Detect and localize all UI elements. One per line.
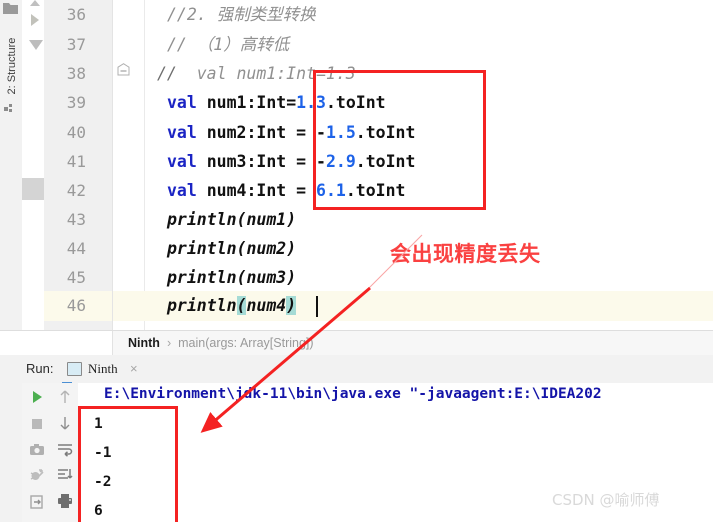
code-token: .toInt bbox=[325, 93, 386, 112]
line-number: 45 bbox=[66, 268, 86, 287]
line-number: 46 bbox=[66, 296, 86, 315]
line-number: 37 bbox=[66, 35, 86, 54]
breadcrumb-separator: › bbox=[166, 336, 172, 350]
code-line: val num3:Int = -2.9.toInt bbox=[167, 147, 415, 177]
console-command-line: E:\Environment\jdk-11\bin\java.exe "-jav… bbox=[104, 386, 602, 402]
code-token: .toInt bbox=[355, 152, 416, 171]
code-token: println(num1) bbox=[167, 210, 297, 229]
code-token: println(num2) bbox=[167, 239, 297, 258]
code-token: num4 bbox=[246, 296, 287, 315]
stop-icon[interactable] bbox=[29, 416, 45, 432]
code-line: println(num2) bbox=[167, 234, 296, 264]
line-number: 38 bbox=[66, 64, 86, 83]
code-token-number: 1.3 bbox=[296, 93, 326, 112]
code-token: num4:Int = bbox=[206, 181, 317, 200]
debug-icon[interactable] bbox=[29, 468, 45, 484]
code-token: num2:Int = - bbox=[206, 123, 326, 142]
run-toolbar-primary bbox=[22, 383, 53, 522]
code-token-number: 6.1 bbox=[316, 181, 346, 200]
tab-run-ninth[interactable]: Ninth × bbox=[62, 355, 138, 384]
line-number: 43 bbox=[66, 210, 86, 229]
grid-icon[interactable] bbox=[4, 103, 16, 115]
watermark: CSDN @喻师傅 bbox=[552, 491, 660, 509]
code-line: println(num1) bbox=[167, 205, 296, 235]
code-token: val num1:Int=1.3 bbox=[176, 64, 356, 83]
code-token: // （1）高转低 bbox=[167, 35, 290, 54]
arrow-down-icon[interactable] bbox=[57, 415, 73, 431]
line-number: 40 bbox=[66, 123, 86, 142]
console-output-line: -1 bbox=[94, 445, 112, 461]
breadcrumb-gutter-spacer bbox=[0, 331, 113, 355]
idea-window: 2: Structure 36 37 38 39 40 41 42 43 44 … bbox=[0, 0, 713, 522]
text-caret bbox=[316, 296, 318, 317]
line-number: 41 bbox=[66, 152, 86, 171]
scroll-end-icon[interactable] bbox=[57, 467, 73, 483]
run-label: Run: bbox=[26, 361, 54, 376]
editor-icon-gutter bbox=[112, 0, 145, 330]
breadcrumb-method[interactable]: main(args: Array[String]) bbox=[178, 336, 313, 350]
code-line: val num2:Int = -1.5.toInt bbox=[167, 118, 415, 148]
breadcrumb[interactable]: Ninth › main(args: Array[String]) bbox=[128, 331, 314, 355]
folder-icon[interactable] bbox=[3, 2, 18, 15]
run-tool-window-header: Run: Ninth × bbox=[0, 355, 713, 384]
export-icon[interactable] bbox=[29, 494, 45, 510]
code-token-number: 1.5 bbox=[325, 123, 356, 142]
sidebar-item-structure[interactable]: 2: Structure bbox=[1, 27, 23, 105]
line-number: 44 bbox=[66, 239, 86, 258]
console-output-line: -2 bbox=[94, 474, 112, 490]
annotation-note-text: 会出现精度丢失 bbox=[390, 242, 541, 266]
run-icon[interactable] bbox=[29, 389, 45, 405]
code-token: .toInt bbox=[355, 123, 416, 142]
code-token: println bbox=[167, 296, 237, 315]
code-token-number: 2.9 bbox=[325, 152, 356, 171]
run-tab-label: Ninth bbox=[88, 361, 118, 376]
line-number: 36 bbox=[66, 5, 86, 24]
code-editor[interactable]: //2. 强制类型转换 // （1）高转低 // val num1:Int=1.… bbox=[113, 0, 713, 330]
code-token: .toInt bbox=[345, 181, 406, 200]
console-window-icon bbox=[67, 362, 82, 376]
fold-region-icon[interactable] bbox=[117, 63, 130, 76]
chevron-up-icon[interactable] bbox=[30, 0, 40, 6]
console-output-line: 6 bbox=[94, 503, 103, 519]
left-tool-strip: 2: Structure bbox=[0, 0, 23, 355]
structure-tab-label: 2: Structure bbox=[6, 37, 18, 95]
gutter-selection-block bbox=[22, 178, 44, 200]
run-left-edge-strip bbox=[0, 383, 23, 522]
code-token-keyword: val bbox=[167, 93, 207, 112]
comment-marker: // bbox=[157, 64, 177, 83]
editor-fold-strip bbox=[22, 0, 44, 330]
breadcrumb-class[interactable]: Ninth bbox=[128, 336, 160, 350]
line-number-gutter: 36 37 38 39 40 41 42 43 44 45 46 bbox=[44, 0, 112, 330]
matched-paren-close: ) bbox=[286, 296, 297, 315]
close-icon[interactable]: × bbox=[130, 355, 138, 382]
code-line: val num1:Int=1.3.toInt bbox=[167, 88, 386, 118]
arrow-up-icon[interactable] bbox=[57, 389, 73, 405]
code-line: println(num4) bbox=[167, 291, 297, 321]
code-line: val num4:Int = 6.1.toInt bbox=[167, 176, 405, 206]
code-token: num1:Int= bbox=[206, 93, 297, 112]
run-toolbar-secondary bbox=[52, 383, 79, 522]
print-icon[interactable] bbox=[57, 493, 73, 509]
code-token: num3:Int = - bbox=[206, 152, 326, 171]
code-token-keyword: val bbox=[167, 123, 207, 142]
camera-icon[interactable] bbox=[29, 442, 45, 458]
line-number: 39 bbox=[66, 93, 86, 112]
code-token: //2. 强制类型转换 bbox=[167, 5, 316, 24]
code-line: println(num3) bbox=[167, 263, 296, 293]
code-token-keyword: val bbox=[167, 181, 207, 200]
code-token-keyword: val bbox=[167, 152, 207, 171]
code-token: println(num3) bbox=[167, 268, 297, 287]
console-output-line: 1 bbox=[94, 416, 103, 432]
code-line: // val num1:Int=1.3 bbox=[157, 59, 356, 89]
line-number: 42 bbox=[66, 181, 86, 200]
chevron-right-icon[interactable] bbox=[31, 14, 39, 26]
code-line: //2. 强制类型转换 bbox=[167, 0, 316, 30]
soft-wrap-icon[interactable] bbox=[57, 441, 73, 457]
matched-paren-open: ( bbox=[236, 296, 247, 315]
code-line: // （1）高转低 bbox=[167, 30, 289, 60]
chevron-down-icon[interactable] bbox=[29, 40, 43, 50]
breadcrumb-bar: Ninth › main(args: Array[String]) bbox=[0, 330, 713, 357]
